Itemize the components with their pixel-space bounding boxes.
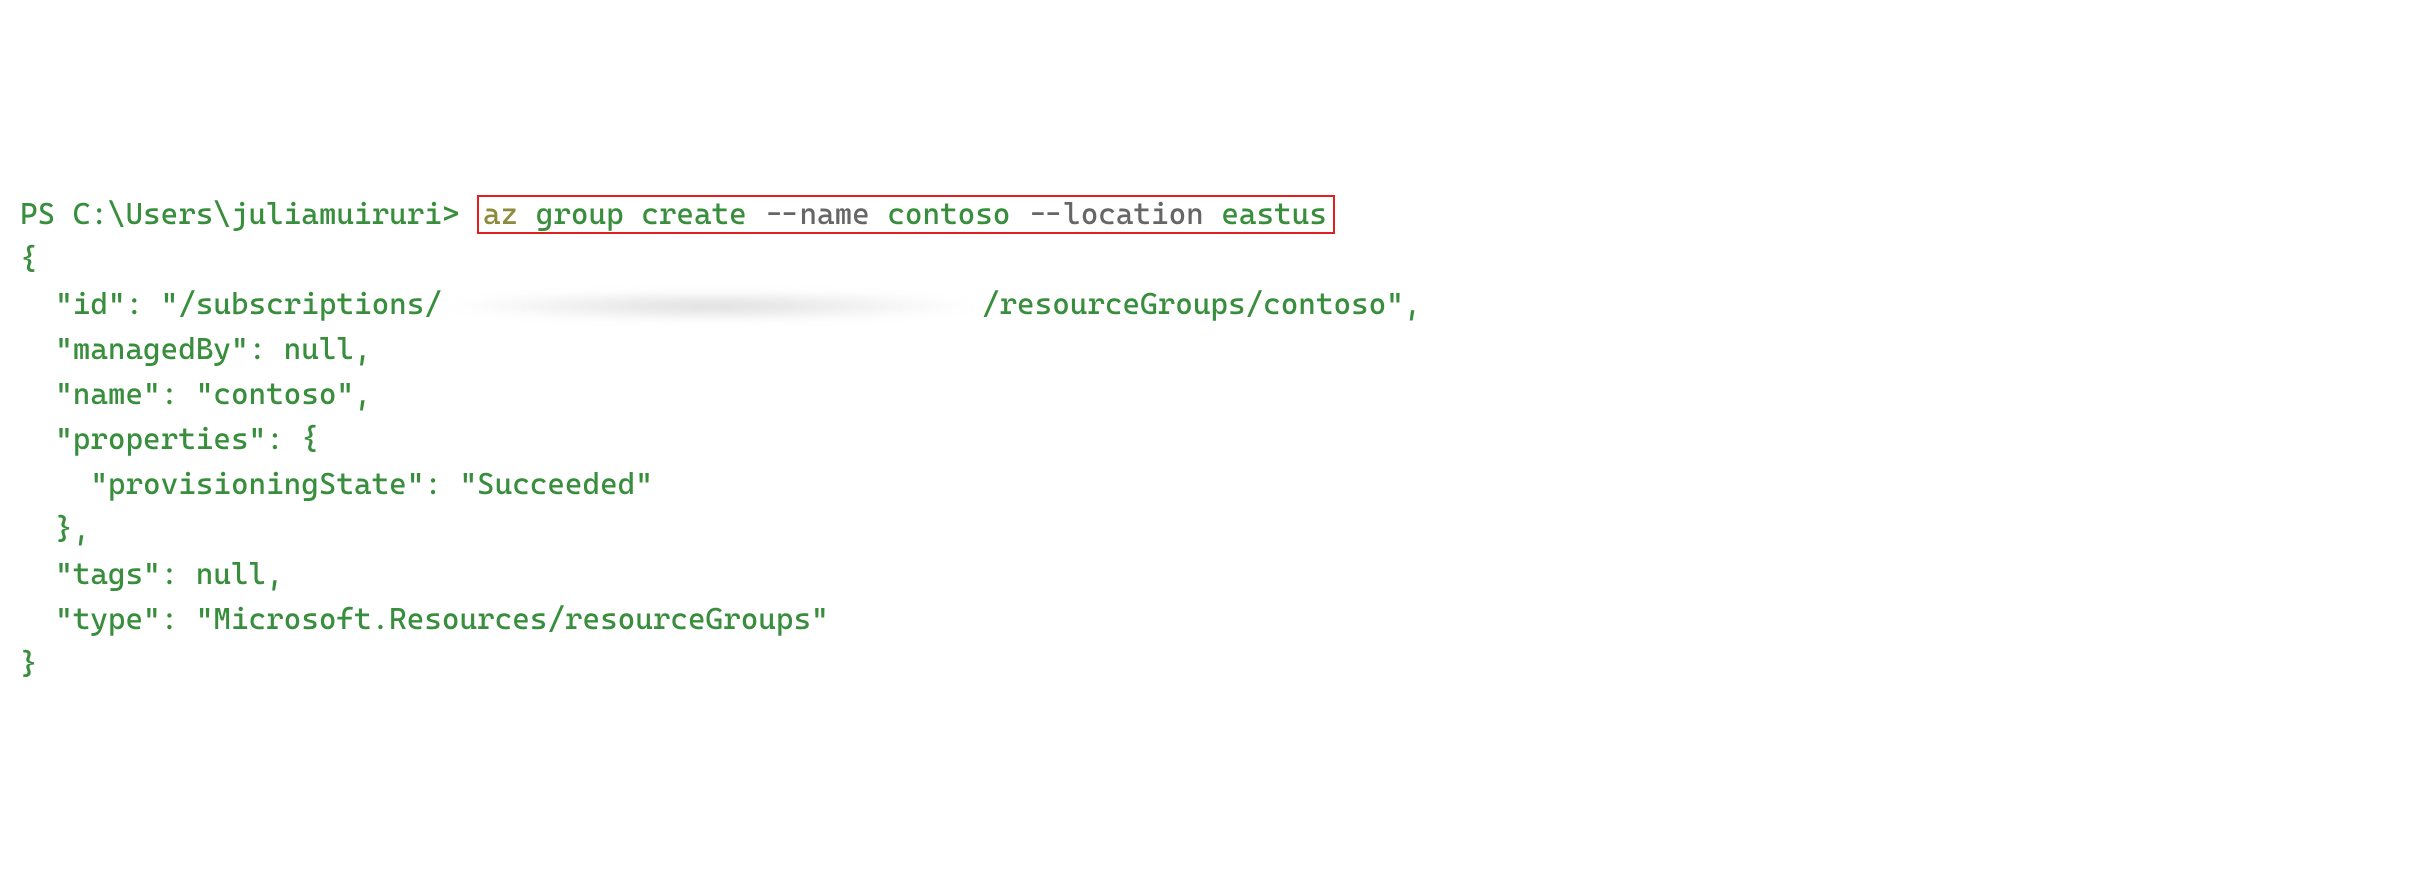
cmd-val-name: contoso [887, 197, 1010, 232]
redacted-subscription-id [442, 290, 982, 322]
command-highlight: az group create --name contoso --locatio… [477, 195, 1335, 234]
json-id-tail: /resourceGroups/contoso", [982, 287, 1421, 322]
cmd-flag-name: --name [764, 197, 869, 232]
json-open: { [20, 242, 38, 277]
cmd-az: az [483, 197, 518, 232]
cmd-subcommand: group create [536, 197, 747, 232]
json-type: "type": "Microsoft.Resources/resourceGro… [20, 602, 829, 637]
json-provState: "provisioningState": "Succeeded" [20, 467, 653, 502]
json-props-open: "properties": { [20, 422, 319, 457]
json-props-close: }, [20, 512, 90, 547]
cmd-flag-location: --location [1028, 197, 1204, 232]
json-tags: "tags": null, [20, 557, 284, 592]
json-id-key: "id": "/subscriptions/ [20, 287, 442, 322]
json-managedBy: "managedBy": null, [20, 332, 372, 367]
ps-prompt: PS C:\Users\juliamuiruri> [20, 197, 477, 232]
cmd-val-location: eastus [1221, 197, 1326, 232]
json-close: } [20, 647, 38, 682]
json-name: "name": "contoso", [20, 377, 372, 412]
